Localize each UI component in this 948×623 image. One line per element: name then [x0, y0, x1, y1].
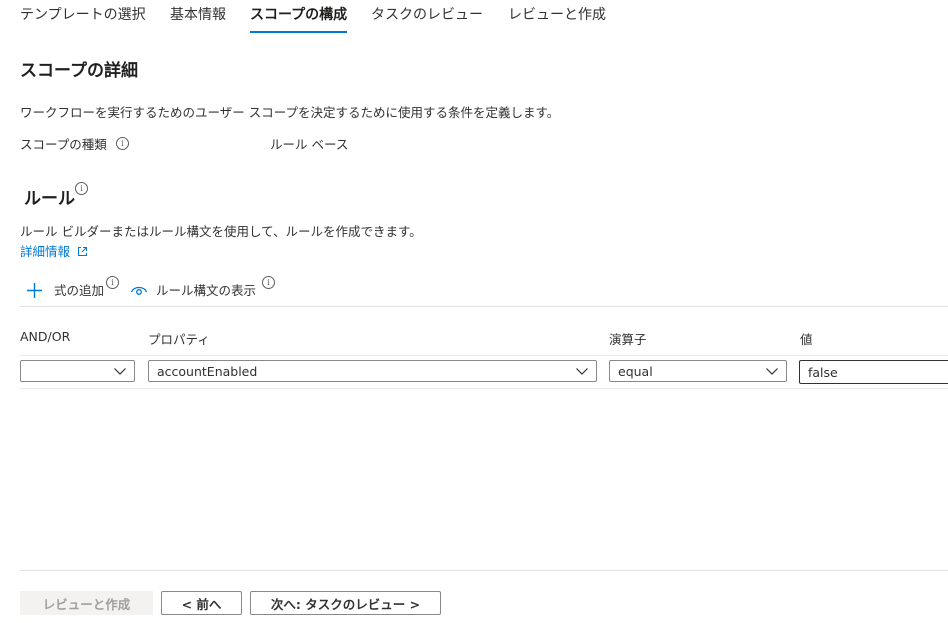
learn-more-label: 詳細情報	[20, 244, 71, 259]
column-header-value: 値	[800, 332, 813, 347]
chevron-down-icon	[766, 368, 778, 375]
andor-dropdown[interactable]	[20, 360, 135, 382]
command-bar-divider	[20, 306, 948, 307]
property-dropdown[interactable]: accountEnabled	[148, 360, 597, 382]
info-icon[interactable]: i	[106, 276, 119, 289]
scope-type-value: ルール ベース	[270, 137, 349, 152]
scope-description: ワークフローを実行するためのユーザー スコープを決定するために使用する条件を定義…	[20, 105, 560, 120]
operator-dropdown[interactable]: equal	[609, 360, 787, 382]
column-header-property: プロパティ	[148, 332, 210, 347]
tab-configure-scope[interactable]: スコープの構成	[250, 4, 347, 24]
info-icon[interactable]: i	[116, 137, 129, 150]
row-divider	[20, 388, 948, 389]
active-tab-indicator	[250, 31, 347, 33]
info-icon[interactable]: i	[75, 182, 88, 195]
tab-review-tasks[interactable]: タスクのレビュー	[371, 4, 483, 24]
learn-more-link[interactable]: 詳細情報	[20, 241, 88, 260]
column-header-operator: 演算子	[609, 332, 647, 347]
tab-review-create[interactable]: レビューと作成	[508, 4, 606, 24]
property-value: accountEnabled	[157, 364, 258, 379]
previous-button[interactable]: < 前へ	[161, 591, 242, 615]
rules-description: ルール ビルダーまたはルール構文を使用して、ルールを作成できます。	[20, 224, 422, 239]
column-header-andor: AND/OR	[20, 329, 71, 344]
external-link-icon	[78, 247, 87, 256]
eye-icon	[130, 286, 148, 295]
scope-type-label: スコープの種類	[20, 137, 107, 152]
operator-value: equal	[618, 364, 653, 379]
tab-basics[interactable]: 基本情報	[170, 4, 226, 24]
plus-icon	[27, 283, 42, 298]
chevron-down-icon	[114, 368, 126, 375]
value-input[interactable]: false	[799, 360, 948, 384]
info-icon[interactable]: i	[262, 276, 275, 289]
scope-details-title: スコープの詳細	[20, 61, 138, 81]
add-expression-label: 式の追加	[53, 283, 104, 298]
footer-divider	[20, 570, 948, 571]
value-text: false	[808, 365, 838, 380]
show-rule-syntax-button[interactable]: ルール構文の表示	[130, 280, 256, 299]
chevron-down-icon	[576, 368, 588, 375]
show-rule-syntax-label: ルール構文の表示	[155, 283, 256, 298]
review-create-button[interactable]: レビューと作成	[20, 591, 153, 615]
add-expression-button[interactable]: 式の追加	[26, 280, 104, 299]
next-button[interactable]: 次へ: タスクのレビュー >	[250, 591, 441, 615]
header-divider	[20, 355, 948, 356]
tab-select-template[interactable]: テンプレートの選択	[20, 4, 146, 24]
rules-title: ルール	[24, 189, 75, 209]
